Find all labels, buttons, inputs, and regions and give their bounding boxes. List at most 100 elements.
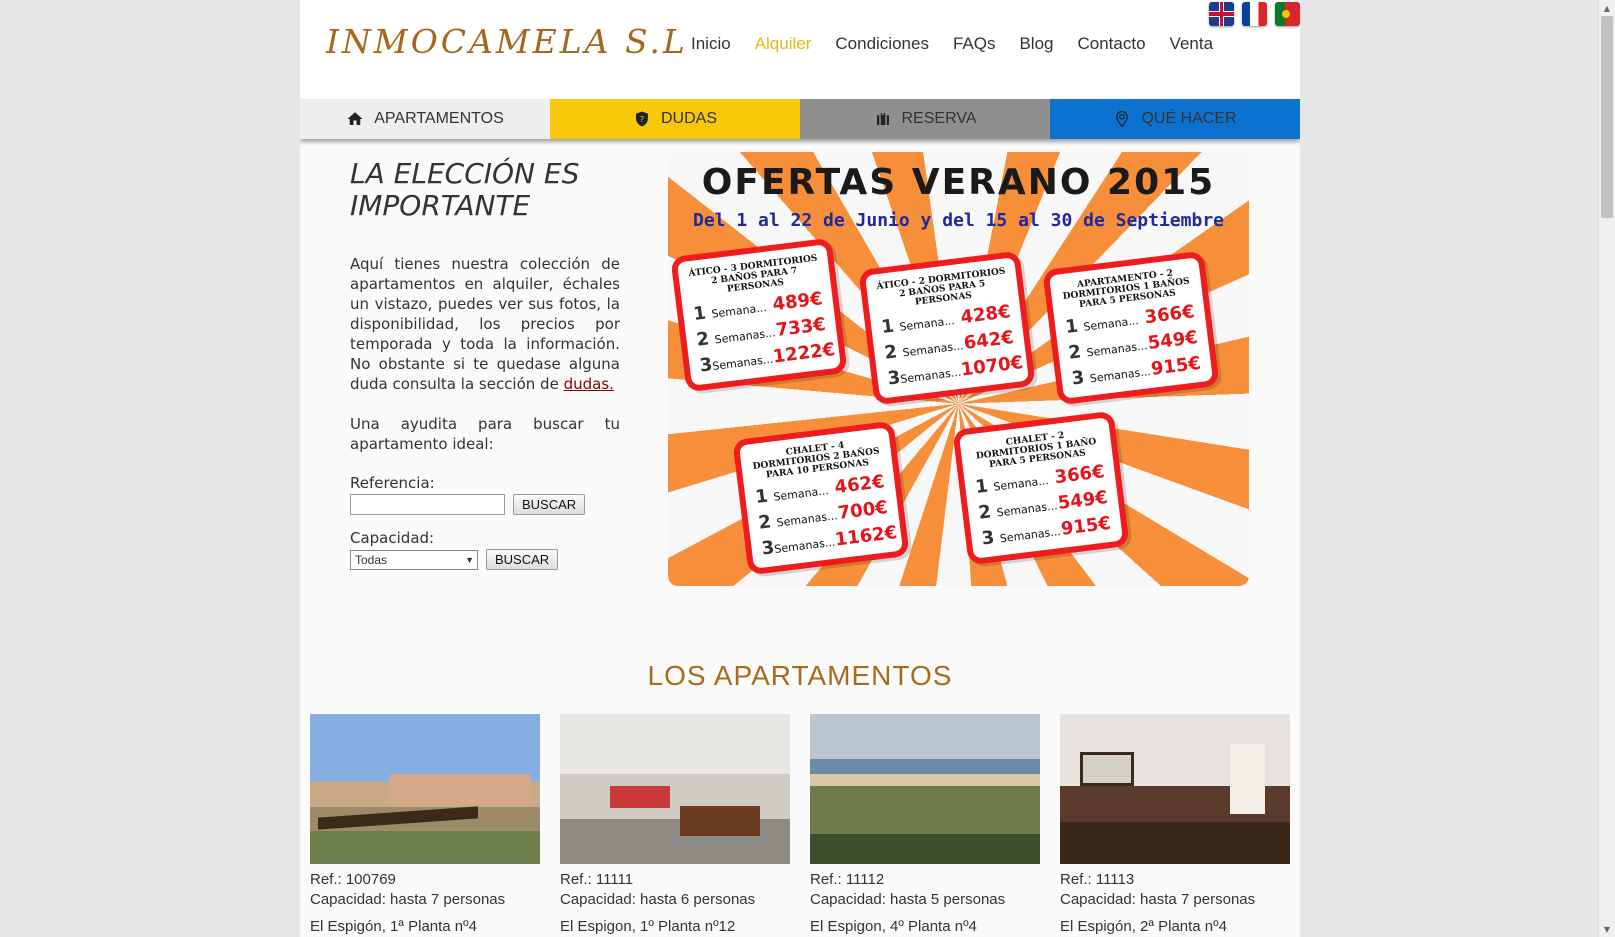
apartment-photo[interactable] — [810, 714, 1040, 864]
apartment-address: El Espigón, 1ª Planta nº4 — [310, 918, 477, 935]
nav-faqs[interactable]: FAQs — [953, 34, 996, 54]
offer-weeks-count: 1 — [1064, 315, 1080, 338]
nav-contacto[interactable]: Contacto — [1078, 34, 1146, 54]
intro-help: Una ayudita para buscar tu apartamento i… — [350, 415, 620, 453]
intro-text: Aquí tienes nuestra colección de apartam… — [350, 255, 620, 393]
offer-weeks-count: 3 — [760, 537, 776, 560]
offer-weeks-label: Semanas... — [773, 535, 836, 557]
scrollbar-thumb[interactable] — [1601, 16, 1613, 218]
offer-weeks-label: Semanas... — [711, 352, 774, 374]
reference-input[interactable] — [350, 494, 505, 515]
tab-apartamentos[interactable]: APARTAMENTOS — [300, 99, 550, 139]
page: INMOCAMELA S.L Inicio Alquiler Condicion… — [300, 0, 1300, 937]
dudas-link[interactable]: dudas. — [564, 375, 614, 393]
offer-weeks-label: Semanas... — [1089, 364, 1152, 386]
apartment-capacity: Capacidad: hasta 5 personas — [810, 891, 1006, 908]
apartment-meta: Ref.: 11112 Capacidad: hasta 5 personas — [810, 870, 1040, 910]
offer-weeks-label: Semanas... — [899, 365, 962, 387]
tab-apartamentos-label: APARTAMENTOS — [374, 110, 504, 127]
apartment-capacity: Capacidad: hasta 7 personas — [1060, 891, 1256, 908]
offer-weeks-count: 1 — [974, 475, 990, 498]
apartment-card[interactable]: Ref.: 11113 Capacidad: hasta 7 personas … — [1060, 714, 1290, 935]
apartment-card[interactable]: Ref.: 11112 Capacidad: hasta 5 personas … — [810, 714, 1040, 935]
offer-price: 489€ — [771, 288, 824, 316]
apartment-meta: Ref.: 100769 Capacidad: hasta 7 personas — [310, 870, 540, 910]
intro-section: LA ELECCIÓN ES IMPORTANTE Aquí tienes nu… — [350, 158, 620, 570]
offer-weeks-count: 2 — [757, 511, 773, 534]
apartment-address: El Espigon, 1º Planta nº12 — [560, 918, 736, 935]
banner-subtitle: Del 1 al 22 de Junio y del 15 al 30 de S… — [692, 210, 1224, 231]
offer-price: 549€ — [1056, 487, 1109, 514]
tab-dudas[interactable]: ? DUDAS — [550, 99, 800, 139]
tab-que-hacer-label: QUÉ HACER — [1141, 110, 1237, 127]
portugal-flag-icon[interactable] — [1275, 2, 1300, 26]
scroll-down-arrow-icon[interactable]: ▼ — [1599, 921, 1615, 937]
capacity-search-button[interactable]: BUSCAR — [486, 549, 559, 570]
apartment-meta: Ref.: 11113 Capacidad: hasta 7 personas — [1060, 870, 1290, 910]
offer-weeks-label: Semana... — [898, 314, 956, 334]
offer-weeks-count: 1 — [692, 302, 708, 325]
site-logo[interactable]: INMOCAMELA S.L — [326, 22, 688, 61]
offer-price: 1070€ — [959, 352, 1025, 381]
nav-blog[interactable]: Blog — [1019, 34, 1053, 54]
offer-price: 549€ — [1146, 327, 1199, 354]
tab-reserva-label: RESERVA — [901, 110, 977, 127]
uk-flag-icon[interactable] — [1209, 2, 1234, 26]
capacity-select[interactable]: Todas ▼ — [350, 549, 478, 570]
apartment-photo[interactable] — [310, 714, 540, 864]
offer-card: Ático - 2 dormitorios 2 baños para 5 per… — [858, 250, 1036, 406]
main-nav: Inicio Alquiler Condiciones FAQs Blog Co… — [691, 34, 1237, 54]
offer-price: 366€ — [1143, 301, 1196, 329]
apartments-section-title: LOS APARTAMENTOS — [647, 660, 953, 691]
tab-reserva[interactable]: RESERVA — [800, 99, 1050, 139]
apartment-photo[interactable] — [560, 714, 790, 864]
offer-weeks-label: Semana... — [710, 301, 768, 321]
apartment-card[interactable]: Ref.: 100769 Capacidad: hasta 7 personas… — [310, 714, 540, 935]
apartment-ref: Ref.: 11113 — [1060, 871, 1135, 888]
apartment-capacity: Capacidad: hasta 7 personas — [310, 891, 506, 908]
nav-alquiler[interactable]: Alquiler — [755, 34, 812, 54]
apartment-ref: Ref.: 100769 — [310, 871, 396, 888]
section-tabs: APARTAMENTOS ? DUDAS RESERVA QUÉ HACER — [300, 99, 1300, 139]
apartment-photo[interactable] — [1060, 714, 1290, 864]
france-flag-icon[interactable] — [1242, 2, 1267, 26]
tab-que-hacer[interactable]: QUÉ HACER — [1050, 99, 1300, 139]
capacity-search-row: Todas ▼ BUSCAR — [350, 549, 620, 570]
offer-weeks-label: Semanas... — [901, 339, 965, 360]
language-selector — [1209, 2, 1300, 26]
capacity-select-value: Todas — [355, 552, 388, 567]
offer-weeks-count: 3 — [1070, 367, 1086, 390]
svg-text:?: ? — [640, 114, 644, 124]
offer-weeks-count: 1 — [754, 485, 770, 508]
page-scrollbar[interactable]: ▲ ▼ — [1598, 0, 1615, 937]
offer-weeks-count: 2 — [695, 328, 711, 351]
offer-price: 1222€ — [771, 339, 837, 368]
nav-condiciones[interactable]: Condiciones — [835, 34, 929, 54]
offer-weeks-count: 3 — [980, 527, 996, 550]
offer-price: 642€ — [962, 327, 1015, 354]
suitcase-icon — [876, 113, 889, 125]
offer-weeks-label: Semanas... — [713, 326, 777, 347]
apartment-card[interactable]: Ref.: 11111 Capacidad: hasta 6 personas … — [560, 714, 790, 935]
nav-venta[interactable]: Venta — [1170, 34, 1214, 54]
offer-price: 915€ — [1149, 352, 1203, 380]
offer-price: 700€ — [836, 497, 889, 524]
offer-weeks-label: Semanas... — [999, 524, 1062, 546]
offer-weeks-count: 3 — [886, 367, 902, 390]
offer-weeks-label: Semana... — [992, 474, 1050, 494]
offer-weeks-label: Semanas... — [995, 499, 1059, 520]
summer-offers-banner[interactable]: OFERTAS VERANO 2015 Del 1 al 22 de Junio… — [668, 152, 1249, 586]
reference-label: Referencia: — [350, 474, 435, 492]
nav-inicio[interactable]: Inicio — [691, 34, 731, 54]
apartment-ref: Ref.: 11112 — [810, 871, 885, 888]
apartment-address: El Espigon, 4º Planta nº4 — [810, 918, 977, 935]
home-icon — [347, 112, 363, 125]
offer-weeks-count: 2 — [1067, 341, 1083, 364]
offer-price: 915€ — [1059, 512, 1113, 540]
reference-search-button[interactable]: BUSCAR — [513, 494, 586, 515]
shield-question-icon: ? — [635, 111, 648, 127]
dropdown-arrow-icon: ▼ — [465, 554, 474, 565]
scroll-up-arrow-icon[interactable]: ▲ — [1599, 0, 1615, 16]
apartment-ref: Ref.: 11111 — [560, 871, 634, 888]
intro-paragraph: Aquí tienes nuestra colección de apartam… — [350, 254, 620, 394]
